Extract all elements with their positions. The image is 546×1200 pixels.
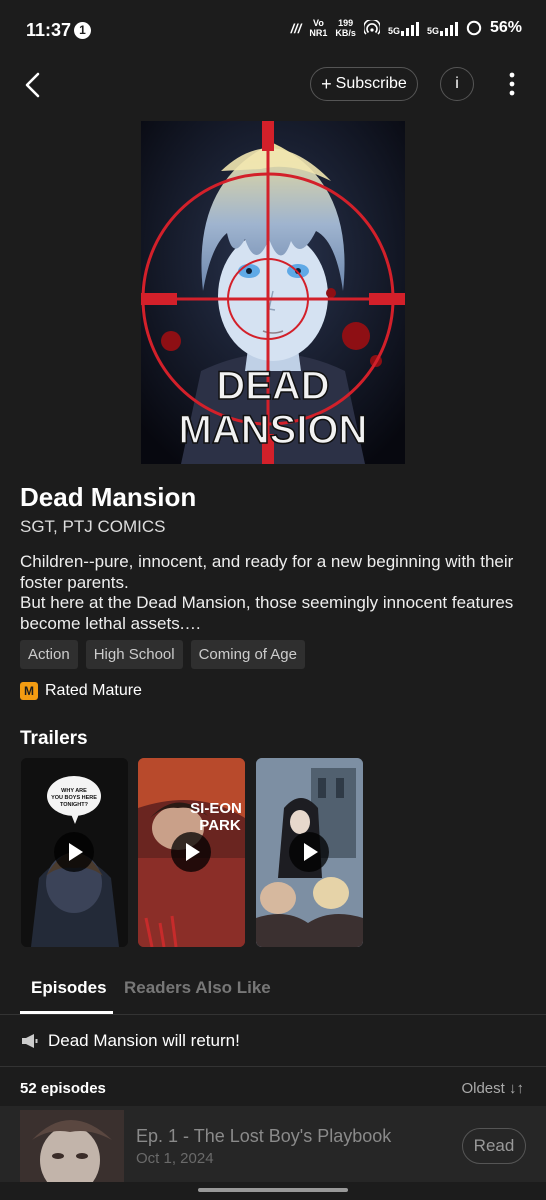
signal-2-label: 5G <box>426 26 439 36</box>
info-button[interactable]: i <box>440 67 474 101</box>
battery-percent: 56% <box>489 19 522 36</box>
speed-unit: KB/s <box>335 28 356 38</box>
series-title: Dead Mansion <box>20 482 197 512</box>
trailers-heading: Trailers <box>20 728 88 749</box>
trailer-card-1[interactable]: WHY ARE YOU BOYS HERE TONIGHT? <box>21 758 128 947</box>
trailer-1-caption-line2: YOU BOYS HERE <box>51 795 97 801</box>
play-icon[interactable] <box>54 832 94 872</box>
active-tab-indicator <box>20 1011 113 1014</box>
episode-title: Ep. 1 - The Lost Boy's Playbook <box>136 1126 392 1146</box>
read-button[interactable]: Read <box>462 1128 526 1164</box>
tag-coming-of-age[interactable]: Coming of Age <box>190 640 305 669</box>
plus-icon: + <box>321 73 332 94</box>
back-arrow-icon[interactable] <box>20 68 50 102</box>
description-text: Children--pure, innocent, and ready for … <box>20 552 514 633</box>
top-bar: + Subscribe i <box>0 64 546 104</box>
signal-1: 5G <box>388 20 419 36</box>
play-icon[interactable] <box>171 832 211 872</box>
tab-episodes[interactable]: Episodes <box>31 978 107 998</box>
rating-label: Rated Mature <box>45 682 142 699</box>
sort-arrows-icon: ↓↑ <box>509 1080 524 1097</box>
trailer-1-caption-line3: TONIGHT? <box>60 802 89 808</box>
mature-rating-icon: M <box>20 682 38 700</box>
episode-1-thumbnail-art <box>20 1110 124 1182</box>
network-vo-label: Vo <box>312 18 324 28</box>
tag-action[interactable]: Action <box>20 640 78 669</box>
series-notice: Dead Mansion will return! <box>0 1016 546 1067</box>
signal-bars-icon <box>439 20 458 36</box>
status-bar: 11:37 1 /// Vo NR1 199 KB/s 5G 5G 56% <box>0 0 546 60</box>
status-icons: /// Vo NR1 199 KB/s 5G 5G 56% <box>291 18 522 38</box>
trailer-card-2[interactable]: SI-EON PARK <box>138 758 245 947</box>
cover-title-line2: MANSION <box>179 408 368 452</box>
network-type: Vo NR1 <box>309 18 327 38</box>
network-nr-label: NR1 <box>309 28 328 38</box>
cover-title-line1: DEAD <box>216 364 329 408</box>
battery-icon <box>466 20 482 36</box>
megaphone-icon <box>22 1034 38 1048</box>
genre-tags: Action High School Coming of Age <box>20 640 305 669</box>
sort-label: Oldest <box>461 1080 505 1097</box>
episode-thumbnail <box>20 1110 124 1182</box>
tag-high-school[interactable]: High School <box>85 640 183 669</box>
signal-1-label: 5G <box>387 26 400 36</box>
trailer-card-3[interactable] <box>256 758 363 947</box>
episode-row[interactable]: Ep. 1 - The Lost Boy's Playbook Oct 1, 2… <box>0 1106 546 1182</box>
episode-count: 52 episodes <box>20 1080 106 1097</box>
cover-artwork: DEAD MANSION <box>141 121 405 464</box>
signal-bars-icon <box>400 20 419 36</box>
trailer-2-caption-line2: PARK <box>199 817 241 834</box>
notification-count-badge: 1 <box>74 22 91 39</box>
trailer-2-caption: SI-EON <box>190 800 242 817</box>
trailer-1-caption: WHY ARE <box>61 788 87 794</box>
hotspot-icon <box>363 20 380 35</box>
series-cover-image: DEAD MANSION <box>141 121 405 464</box>
subscribe-button[interactable]: + Subscribe <box>310 67 418 101</box>
carrier-icon: /// <box>290 20 302 36</box>
signal-2: 5G <box>427 20 458 36</box>
series-description[interactable]: Children--pure, innocent, and ready for … <box>20 552 525 634</box>
sort-toggle[interactable]: Oldest ↓↑ <box>461 1080 524 1097</box>
info-icon: i <box>455 75 459 92</box>
status-time: 11:37 <box>26 20 72 40</box>
subscribe-label: Subscribe <box>335 75 407 92</box>
play-icon[interactable] <box>289 832 329 872</box>
episode-date: Oct 1, 2024 <box>136 1150 214 1167</box>
network-speed: 199 KB/s <box>335 18 356 38</box>
content-tabs: Episodes Readers Also Like <box>0 964 546 1015</box>
notice-text: Dead Mansion will return! <box>48 1031 240 1050</box>
content-rating: M Rated Mature <box>20 682 142 700</box>
series-author[interactable]: SGT, PTJ COMICS <box>20 517 165 537</box>
read-label: Read <box>473 1136 515 1155</box>
tab-readers-also-like[interactable]: Readers Also Like <box>124 978 271 998</box>
speed-value: 199 <box>338 18 354 28</box>
home-indicator[interactable] <box>198 1188 348 1192</box>
more-options-icon[interactable] <box>502 70 522 98</box>
